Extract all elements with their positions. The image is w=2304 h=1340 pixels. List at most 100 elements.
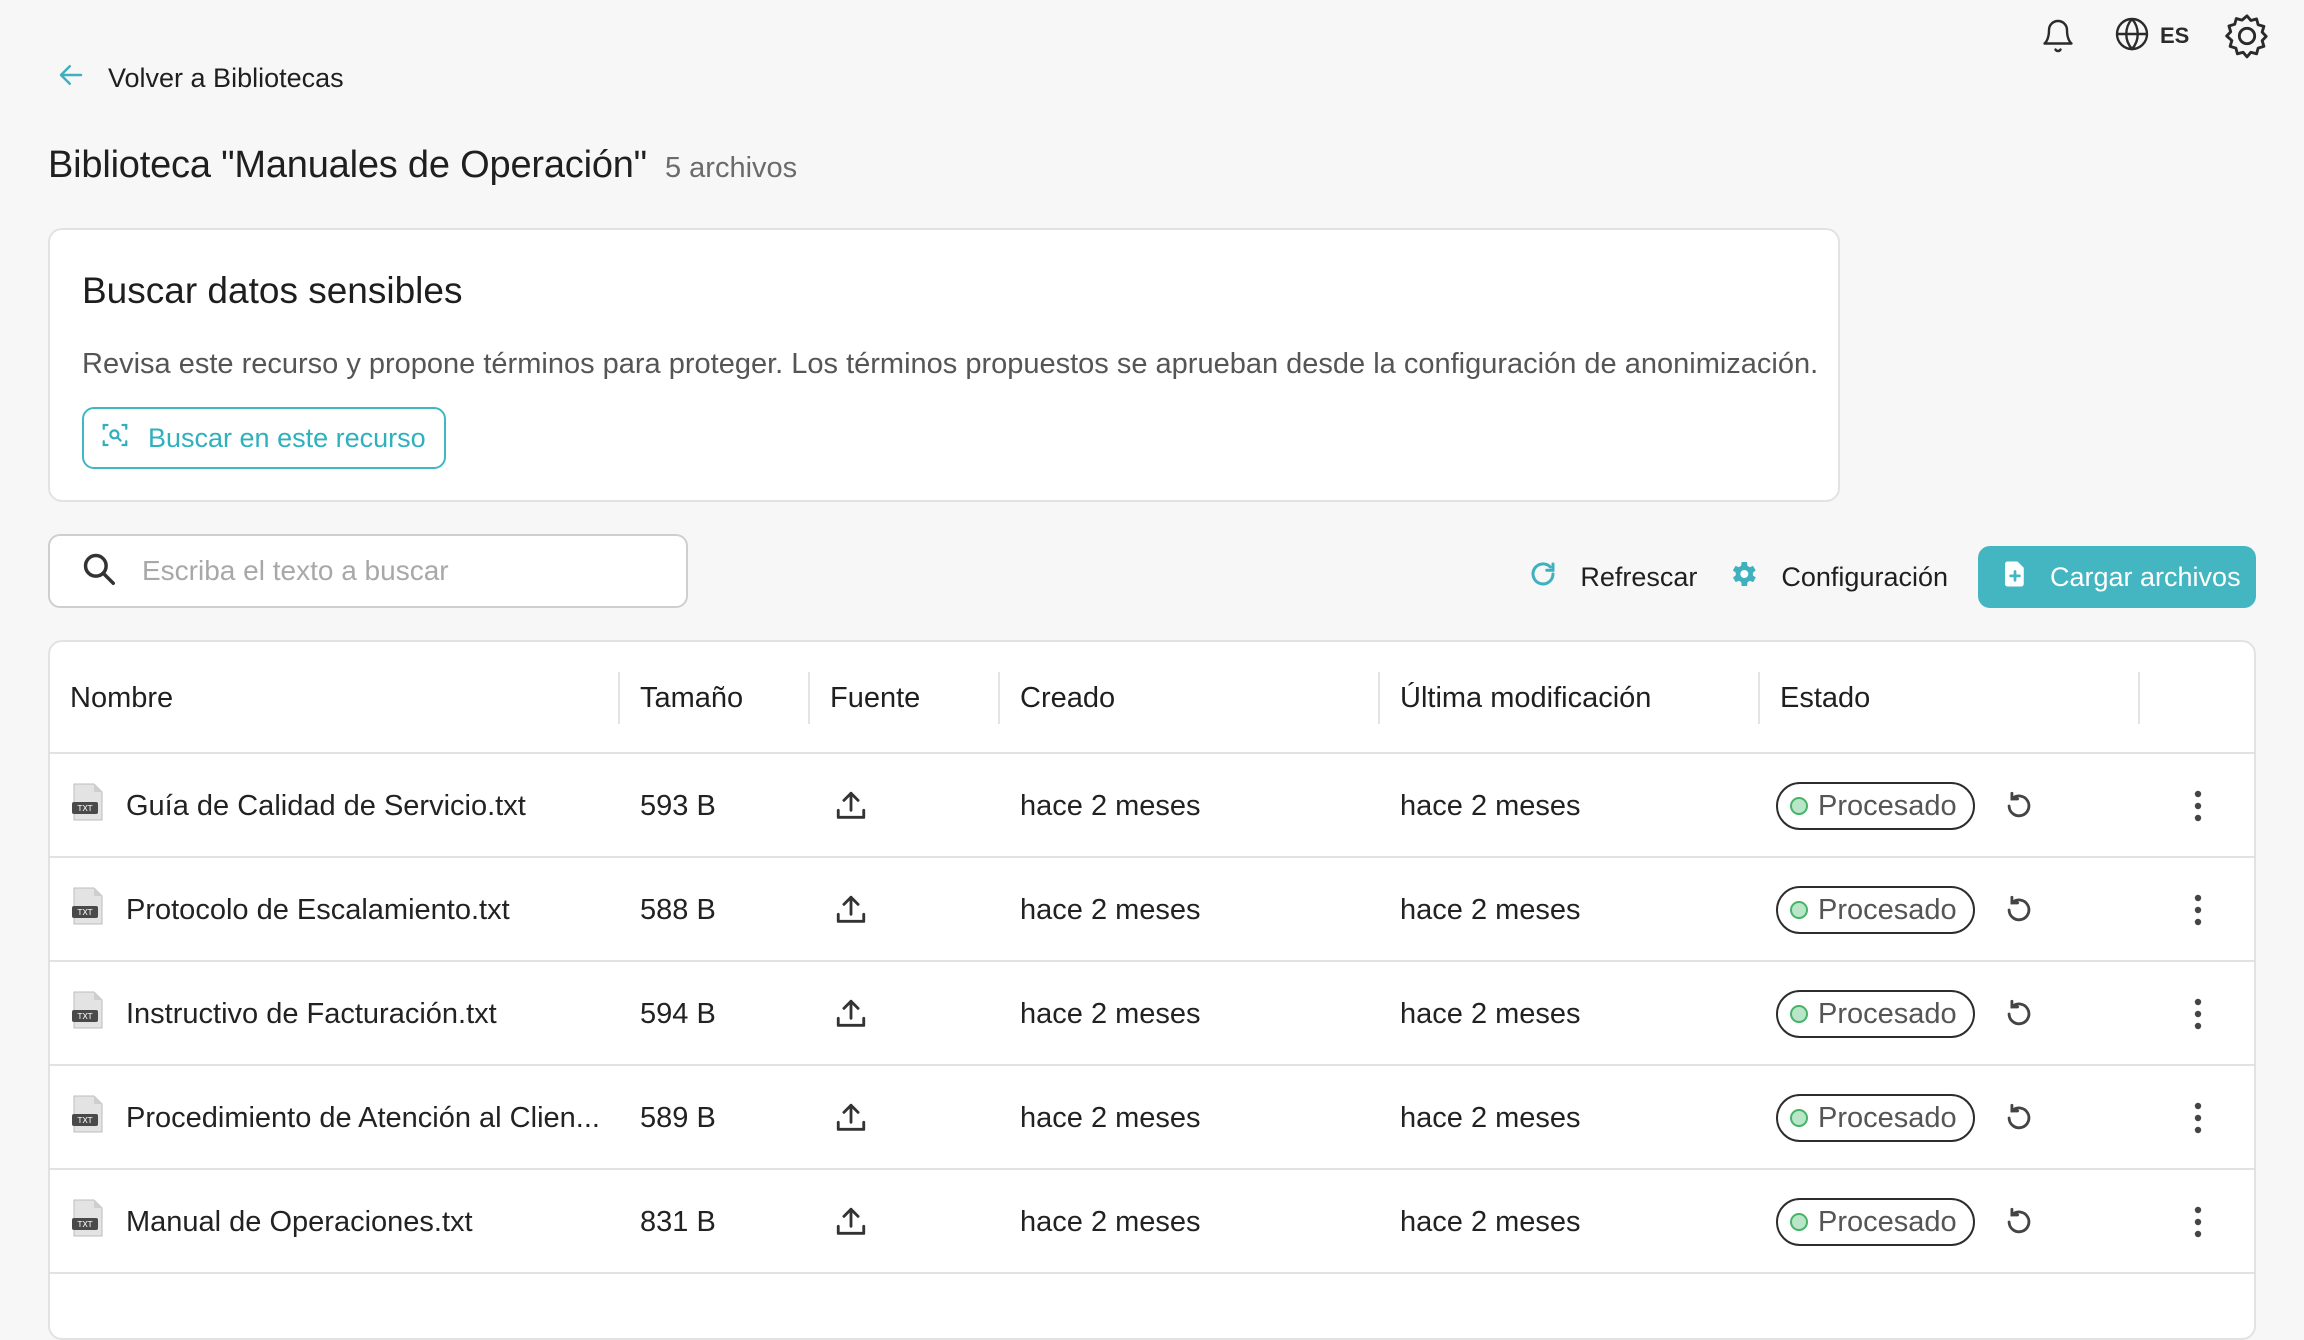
bell-icon[interactable] xyxy=(2040,16,2076,56)
rotate-ccw-icon[interactable] xyxy=(2002,858,2036,962)
rotate-ccw-icon[interactable] xyxy=(2002,754,2036,858)
status-badge: Procesado xyxy=(1776,754,1975,858)
table-row[interactable]: TXT Protocolo de Escalamiento.txt 588 B … xyxy=(50,858,2254,962)
created-date: hace 2 meses xyxy=(1020,1101,1201,1134)
svg-text:TXT: TXT xyxy=(76,1012,92,1021)
column-header-created[interactable]: Creado xyxy=(1000,642,1380,754)
status-dot xyxy=(1790,901,1808,919)
refresh-label: Refrescar xyxy=(1580,561,1698,592)
search-input[interactable] xyxy=(142,555,662,587)
back-to-libraries-link[interactable]: Volver a Bibliotecas xyxy=(56,58,344,98)
top-bar: ES xyxy=(0,0,2304,72)
file-plus-icon xyxy=(2000,558,2030,597)
txt-file-icon: TXT xyxy=(70,1198,106,1246)
gear-icon xyxy=(1727,558,1759,597)
file-size: 594 B xyxy=(640,997,716,1030)
modified-date: hace 2 meses xyxy=(1400,1101,1581,1134)
toolbar-actions: Refrescar Configuración Cargar archivos xyxy=(1528,546,2256,608)
search-icon xyxy=(80,550,118,593)
status-badge: Procesado xyxy=(1776,1066,1975,1170)
created-date: hace 2 meses xyxy=(1020,1205,1201,1238)
status-badge: Procesado xyxy=(1776,1170,1975,1274)
column-header-status[interactable]: Estado xyxy=(1760,642,2140,754)
search-in-resource-button[interactable]: Buscar en este recurso xyxy=(82,407,446,469)
back-link-label: Volver a Bibliotecas xyxy=(108,62,344,93)
txt-file-icon: TXT xyxy=(70,1094,106,1142)
upload-files-button[interactable]: Cargar archivos xyxy=(1978,546,2256,608)
status-label: Procesado xyxy=(1818,789,1957,822)
status-label: Procesado xyxy=(1818,893,1957,926)
gear-icon[interactable] xyxy=(2224,14,2270,59)
kebab-menu-icon[interactable] xyxy=(2192,1066,2204,1170)
created-date: hace 2 meses xyxy=(1020,789,1201,822)
file-name: Procedimiento de Atención al Clien... xyxy=(126,1101,600,1134)
refresh-button[interactable]: Refrescar xyxy=(1528,559,1697,596)
file-name-cell[interactable]: TXT Protocolo de Escalamiento.txt xyxy=(70,858,510,962)
table-row[interactable]: TXT Instructivo de Facturación.txt 594 B… xyxy=(50,962,2254,1066)
file-name: Protocolo de Escalamiento.txt xyxy=(126,893,510,926)
created-date: hace 2 meses xyxy=(1020,997,1201,1030)
table-row[interactable]: TXT Procedimiento de Atención al Clien..… xyxy=(50,1066,2254,1170)
column-label: Fuente xyxy=(830,681,921,714)
column-label: Tamaño xyxy=(640,681,744,714)
status-label: Procesado xyxy=(1818,997,1957,1030)
kebab-menu-icon[interactable] xyxy=(2192,1170,2204,1274)
status-dot xyxy=(1790,1005,1808,1023)
sensitive-data-card: Buscar datos sensibles Revisa este recur… xyxy=(48,228,1840,502)
rotate-ccw-icon[interactable] xyxy=(2002,1066,2036,1170)
file-name-cell[interactable]: TXT Manual de Operaciones.txt xyxy=(70,1170,473,1274)
kebab-menu-icon[interactable] xyxy=(2192,962,2204,1066)
status-label: Procesado xyxy=(1818,1101,1957,1134)
status-dot xyxy=(1790,797,1808,815)
globe-icon xyxy=(2114,16,2150,57)
column-label: Nombre xyxy=(70,681,174,714)
file-name-cell[interactable]: TXT Instructivo de Facturación.txt xyxy=(70,962,497,1066)
status-dot xyxy=(1790,1213,1808,1231)
modified-date: hace 2 meses xyxy=(1400,789,1581,822)
table-row[interactable]: TXT Manual de Operaciones.txt 831 B hace… xyxy=(50,1170,2254,1274)
column-header-size[interactable]: Tamaño xyxy=(620,642,810,754)
modified-date: hace 2 meses xyxy=(1400,893,1581,926)
column-header-source[interactable]: Fuente xyxy=(810,642,1000,754)
modified-date: hace 2 meses xyxy=(1400,997,1581,1030)
svg-text:TXT: TXT xyxy=(76,804,92,813)
page-title: Biblioteca "Manuales de Operación" xyxy=(48,144,647,186)
status-dot xyxy=(1790,1109,1808,1127)
file-name-cell[interactable]: TXT Guía de Calidad de Servicio.txt xyxy=(70,754,526,858)
column-header-modified[interactable]: Última modificación xyxy=(1380,642,1760,754)
status-badge: Procesado xyxy=(1776,858,1975,962)
configuration-button[interactable]: Configuración xyxy=(1727,558,1948,597)
column-label: Creado xyxy=(1020,681,1116,714)
upload-icon xyxy=(834,754,868,858)
column-label: Estado xyxy=(1780,681,1871,714)
refresh-icon xyxy=(1528,559,1558,596)
arrow-left-icon xyxy=(56,60,86,97)
column-header-name[interactable]: Nombre xyxy=(50,642,620,754)
file-name: Guía de Calidad de Servicio.txt xyxy=(126,789,526,822)
file-name-cell[interactable]: TXT Procedimiento de Atención al Clien..… xyxy=(70,1066,600,1170)
configuration-label: Configuración xyxy=(1781,561,1948,592)
txt-file-icon: TXT xyxy=(70,886,106,934)
search-in-resource-label: Buscar en este recurso xyxy=(148,422,426,453)
scan-icon xyxy=(100,420,130,457)
kebab-menu-icon[interactable] xyxy=(2192,754,2204,858)
upload-files-label: Cargar archivos xyxy=(2050,561,2241,592)
svg-text:TXT: TXT xyxy=(76,1116,92,1125)
modified-date: hace 2 meses xyxy=(1400,1205,1581,1238)
search-box xyxy=(48,534,688,608)
rotate-ccw-icon[interactable] xyxy=(2002,1170,2036,1274)
file-size: 589 B xyxy=(640,1101,716,1134)
file-size: 593 B xyxy=(640,789,716,822)
upload-icon xyxy=(834,962,868,1066)
file-size: 831 B xyxy=(640,1205,716,1238)
created-date: hace 2 meses xyxy=(1020,893,1201,926)
file-size: 588 B xyxy=(640,893,716,926)
status-label: Procesado xyxy=(1818,1205,1957,1238)
table-row[interactable]: TXT Guía de Calidad de Servicio.txt 593 … xyxy=(50,754,2254,858)
rotate-ccw-icon[interactable] xyxy=(2002,962,2036,1066)
language-selector[interactable]: ES xyxy=(2114,16,2189,56)
table-header: Nombre Tamaño Fuente Creado Última modif… xyxy=(50,642,2254,754)
upload-icon xyxy=(834,858,868,962)
kebab-menu-icon[interactable] xyxy=(2192,858,2204,962)
card-description: Revisa este recurso y propone términos p… xyxy=(82,348,1819,380)
